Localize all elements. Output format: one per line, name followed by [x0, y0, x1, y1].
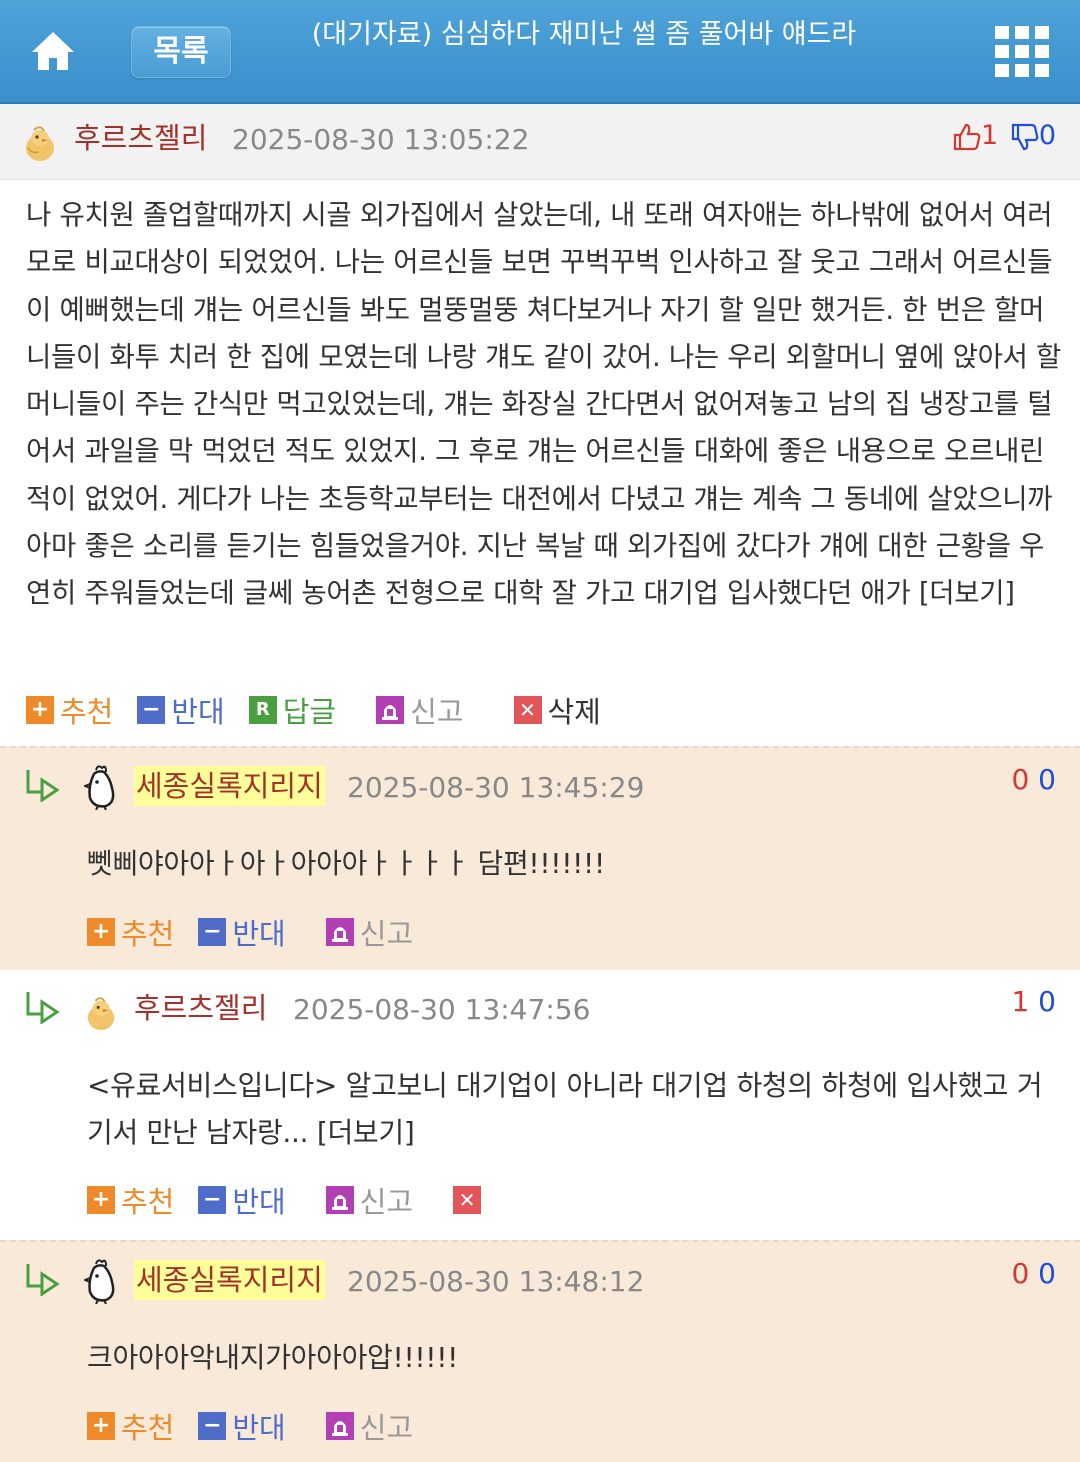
chicken-avatar-icon: [82, 764, 118, 811]
post-date: 2025-08-30 13:05:22: [232, 123, 530, 156]
reply-arrow-icon: [24, 768, 60, 803]
minus-icon: −: [198, 1412, 227, 1440]
reply-arrow-icon: [24, 990, 60, 1025]
delete-button[interactable]: ✕: [453, 1186, 487, 1214]
home-icon[interactable]: [28, 26, 78, 76]
close-icon: ✕: [453, 1186, 482, 1214]
report-button[interactable]: 신고: [376, 689, 464, 731]
siren-icon: [325, 918, 354, 946]
report-button[interactable]: 신고: [325, 1405, 414, 1447]
oppose-label: 반대: [232, 1411, 286, 1445]
comment-upvote-count: 0: [1011, 763, 1030, 796]
comment-votes: 0 0: [1011, 1254, 1056, 1294]
top-bar: 목록 (대기자료) 심심하다 재미난 썰 좀 풀어바 얘드라: [0, 0, 1080, 104]
delete-button[interactable]: ✕ 삭제: [513, 689, 601, 731]
siren-icon: [325, 1412, 354, 1440]
reply-arrow-icon: [24, 1262, 60, 1297]
comment-date: 2025-08-30 13:48:12: [347, 1265, 645, 1298]
post-meta-bar: 후르츠젤리 2025-08-30 13:05:22 1 0: [0, 104, 1080, 180]
reply-icon: R: [248, 696, 277, 724]
page-title: (대기자료) 심심하다 재미난 썰 좀 풀어바 얘드라: [311, 19, 857, 50]
reply-label: 답글: [282, 695, 337, 729]
recommend-button[interactable]: + 추천: [26, 689, 113, 731]
comment-author[interactable]: 후르츠젤리: [134, 988, 267, 1028]
comment-body: 크아아아악내지가아아아압!!!!!!: [87, 1341, 459, 1374]
comment-actions: + 추천 − 반대 신고: [87, 1406, 437, 1446]
oppose-label: 반대: [232, 1185, 286, 1219]
post-body: 나 유치원 졸업할때까지 시골 외가집에서 살았는데, 내 또래 여자애는 하나…: [26, 199, 1062, 610]
chick-avatar-icon: [22, 124, 58, 164]
recommend-label: 추천: [121, 1185, 175, 1219]
plus-icon: +: [26, 696, 54, 724]
recommend-label: 추천: [121, 1411, 175, 1445]
comment-date: 2025-08-30 13:45:29: [347, 771, 645, 804]
plus-icon: +: [87, 918, 115, 946]
oppose-button[interactable]: − 반대: [198, 1405, 286, 1447]
plus-icon: +: [87, 1186, 115, 1214]
comment-body: 뻿삐야아아ㅏ아ㅏ아아아ㅏㅏㅏㅏ 담편!!!!!!!: [87, 847, 605, 880]
comment-downvote-count: 0: [1038, 1257, 1056, 1290]
comment-upvote-count: 1: [1011, 985, 1030, 1018]
downvote-count: 0: [1038, 120, 1056, 151]
recommend-button[interactable]: + 추천: [87, 911, 174, 953]
report-label: 신고: [410, 695, 464, 729]
oppose-button[interactable]: − 반대: [137, 689, 225, 731]
oppose-button[interactable]: − 반대: [198, 1179, 286, 1221]
comment-item: 후르츠젤리 2025-08-30 13:47:56 1 0 <유료서비스입니다>…: [0, 970, 1080, 1240]
report-label: 신고: [359, 1411, 414, 1445]
comment-author[interactable]: 세종실록지리지: [134, 766, 325, 806]
reply-button[interactable]: R 답글: [248, 689, 337, 731]
plus-icon: +: [87, 1412, 115, 1440]
comment-votes: 0 0: [1011, 760, 1056, 800]
recommend-button[interactable]: + 추천: [87, 1405, 174, 1447]
comment-item: 세종실록지리지 2025-08-30 13:48:12 0 0 크아아아악내지가…: [0, 1240, 1080, 1462]
thumbs-down-icon[interactable]: [1011, 122, 1039, 152]
report-label: 신고: [359, 917, 414, 951]
comment-downvote-count: 0: [1038, 985, 1056, 1018]
comment-actions: + 추천 − 반대 신고: [87, 912, 437, 952]
oppose-label: 반대: [171, 695, 225, 729]
comment-votes: 1 0: [1011, 982, 1056, 1022]
minus-icon: −: [198, 918, 227, 946]
comment-actions: + 추천 − 반대 신고 ✕: [87, 1180, 511, 1220]
comment-date: 2025-08-30 13:47:56: [293, 993, 591, 1026]
oppose-button[interactable]: − 반대: [198, 911, 286, 953]
post-votes: 1 0: [953, 116, 1056, 156]
minus-icon: −: [198, 1186, 227, 1214]
close-icon: ✕: [513, 696, 542, 724]
report-label: 신고: [359, 1185, 414, 1219]
recommend-button[interactable]: + 추천: [87, 1179, 174, 1221]
chicken-avatar-icon: [82, 1258, 118, 1305]
grid-menu-icon[interactable]: [995, 26, 1049, 78]
delete-label: 삭제: [547, 695, 601, 729]
chick-avatar-icon: [84, 994, 118, 1034]
comment-author[interactable]: 세종실록지리지: [134, 1260, 325, 1300]
recommend-label: 추천: [60, 695, 114, 729]
comment-body: <유료서비스입니다> 알고보니 대기업이 아니라 대기업 하청의 하청에 입사했…: [87, 1069, 1043, 1149]
thumbs-up-icon[interactable]: [953, 122, 981, 152]
siren-icon: [325, 1186, 354, 1214]
siren-icon: [376, 696, 405, 724]
comment-item: 세종실록지리지 2025-08-30 13:45:29 0 0 뻿삐야아아ㅏ아ㅏ…: [0, 746, 1080, 970]
post-author[interactable]: 후르츠젤리: [74, 118, 207, 158]
upvote-count: 1: [981, 120, 999, 151]
oppose-label: 반대: [232, 917, 286, 951]
comment-downvote-count: 0: [1038, 763, 1056, 796]
minus-icon: −: [137, 696, 166, 724]
list-button[interactable]: 목록: [131, 26, 231, 78]
post-actions: + 추천 − 반대 R 답글 신고 ✕ 삭제: [26, 690, 625, 730]
recommend-label: 추천: [121, 917, 175, 951]
report-button[interactable]: 신고: [325, 1179, 414, 1221]
comment-upvote-count: 0: [1011, 1257, 1030, 1290]
report-button[interactable]: 신고: [325, 911, 414, 953]
